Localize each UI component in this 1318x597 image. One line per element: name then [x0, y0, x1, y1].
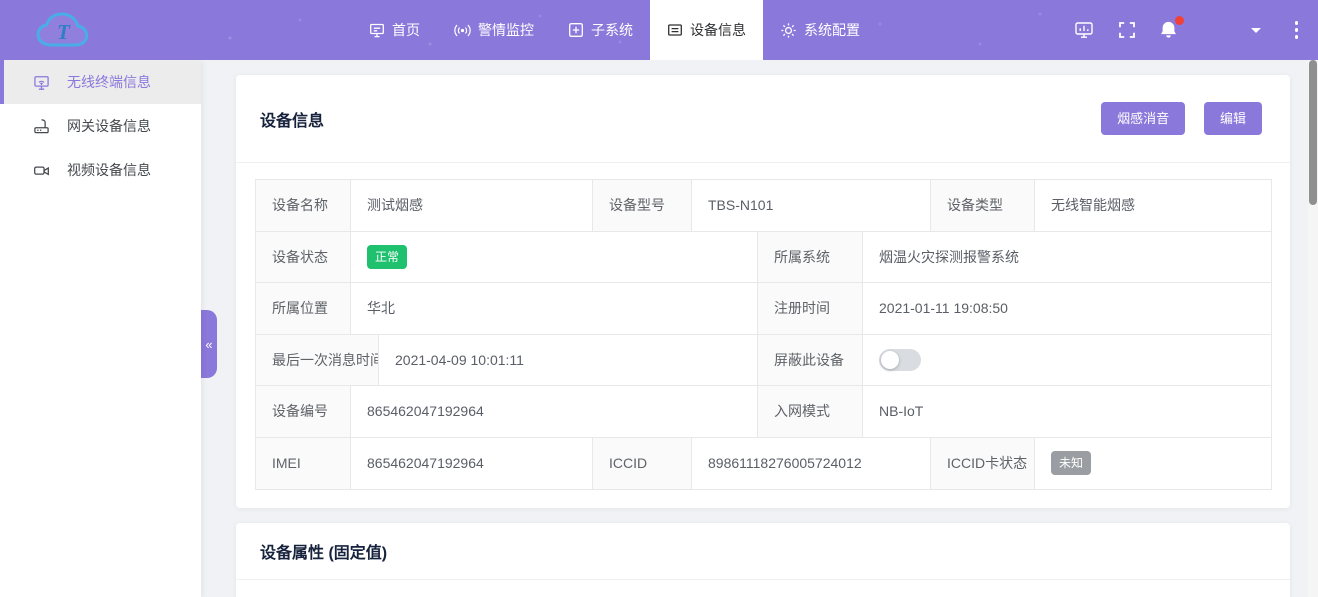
nav-item-device-info[interactable]: 设备信息: [650, 0, 763, 60]
field-label-system: 所属系统: [758, 232, 863, 283]
field-value-device-type: 无线智能烟感: [1035, 180, 1271, 231]
field-value-device-model: TBS-N101: [692, 180, 931, 231]
field-value-system: 烟温火灾探测报警系统: [863, 232, 1271, 283]
nav-item-label: 系统配置: [804, 20, 860, 40]
field-value-register-time: 2021-01-11 19:08:50: [863, 283, 1271, 334]
device-info-table: 设备名称 测试烟感 设备型号 TBS-N101 设备类型 无线智能烟感 设备状态…: [255, 179, 1272, 490]
table-row: 设备编号 865462047192964 入网模式 NB-IoT: [256, 386, 1271, 438]
field-label-device-number: 设备编号: [256, 386, 351, 437]
status-badge-normal: 正常: [367, 245, 407, 269]
system-config-gear-icon: [780, 22, 797, 39]
status-badge-unknown: 未知: [1051, 451, 1091, 475]
field-value-network-mode: NB-IoT: [863, 386, 1271, 437]
field-value-last-message-time: 2021-04-09 10:01:11: [379, 335, 758, 386]
sidebar-item-video-device[interactable]: 视频设备信息: [0, 148, 201, 192]
video-device-icon: [33, 162, 50, 179]
field-label-network-mode: 入网模式: [758, 386, 863, 437]
nav-item-subsystem[interactable]: 子系统: [551, 0, 650, 60]
svg-text:T: T: [57, 20, 71, 44]
sidebar-item-gateway-device[interactable]: 网关设备信息: [0, 104, 201, 148]
brand-cloud-logo: T: [26, 7, 112, 56]
device-info-card-header: 设备信息 烟感消音 编辑: [236, 75, 1290, 163]
nav-item-home[interactable]: 首页: [352, 0, 437, 60]
field-value-iccid-card-status: 未知: [1035, 438, 1271, 490]
nav-item-label: 设备信息: [690, 20, 746, 40]
vertical-scrollbar-thumb[interactable]: [1309, 60, 1317, 205]
table-row: 设备名称 测试烟感 设备型号 TBS-N101 设备类型 无线智能烟感: [256, 180, 1271, 232]
nav-item-label: 子系统: [591, 20, 633, 40]
home-icon: [369, 22, 385, 38]
main-menu: 首页 警情监控 子系统: [352, 0, 877, 60]
device-attributes-card: 设备属性 (固定值): [236, 523, 1290, 597]
field-label-device-type: 设备类型: [931, 180, 1035, 231]
collapse-chevrons-icon: «: [205, 337, 212, 352]
table-row: IMEI 865462047192964 ICCID 8986111827600…: [256, 438, 1271, 490]
notification-bell-icon[interactable]: [1158, 20, 1179, 41]
sidebar-item-label: 无线终端信息: [67, 72, 151, 92]
sidebar-item-wireless-terminal[interactable]: 无线终端信息: [0, 60, 201, 104]
top-nav-bar: T 首页 警情监控: [0, 0, 1318, 60]
nav-actions: [1074, 0, 1318, 60]
table-row: 所属位置 华北 注册时间 2021-01-11 19:08:50: [256, 283, 1271, 335]
field-label-location: 所属位置: [256, 283, 351, 334]
smoke-mute-button[interactable]: 烟感消音: [1101, 102, 1185, 135]
edit-button[interactable]: 编辑: [1204, 102, 1262, 135]
nav-item-system-config[interactable]: 系统配置: [763, 0, 877, 60]
card-header-actions: 烟感消音 编辑: [1101, 102, 1262, 135]
field-label-imei: IMEI: [256, 438, 351, 490]
field-label-device-name: 设备名称: [256, 180, 351, 231]
sidebar: 无线终端信息 网关设备信息 视频设备信息: [0, 60, 201, 597]
main-content: 设备信息 烟感消音 编辑 设备名称 测试烟感 设备型号 TBS-N101 设备类…: [201, 60, 1308, 597]
page-title: 设备信息: [260, 107, 324, 131]
field-value-shield-device: [863, 335, 1271, 386]
vertical-scrollbar-track[interactable]: [1308, 60, 1318, 597]
notification-badge-dot: [1175, 16, 1184, 25]
device-info-card: 设备信息 烟感消音 编辑 设备名称 测试烟感 设备型号 TBS-N101 设备类…: [236, 75, 1290, 508]
section-title: 设备属性 (固定值): [260, 539, 387, 563]
nav-item-label: 警情监控: [478, 20, 534, 40]
field-label-device-status: 设备状态: [256, 232, 351, 283]
field-value-device-status: 正常: [351, 232, 758, 283]
sidebar-item-label: 视频设备信息: [67, 160, 151, 180]
table-row: 最后一次消息时间 2021-04-09 10:01:11 屏蔽此设备: [256, 335, 1271, 387]
subsystem-icon: [568, 22, 584, 38]
table-row: 设备状态 正常 所属系统 烟温火灾探测报警系统: [256, 232, 1271, 284]
field-value-device-number: 865462047192964: [351, 386, 758, 437]
field-label-shield-device: 屏蔽此设备: [758, 335, 863, 386]
field-label-last-message-time: 最后一次消息时间: [256, 335, 379, 386]
dashboard-chart-icon[interactable]: [1074, 20, 1094, 40]
alarm-monitor-icon: [454, 22, 471, 39]
shield-device-toggle[interactable]: [879, 349, 921, 371]
field-label-register-time: 注册时间: [758, 283, 863, 334]
device-info-icon: [667, 22, 683, 38]
field-value-location: 华北: [351, 283, 758, 334]
sidebar-item-label: 网关设备信息: [67, 116, 151, 136]
field-label-device-model: 设备型号: [593, 180, 692, 231]
field-value-iccid: 89861118276005724012: [692, 438, 931, 490]
wireless-terminal-icon: [33, 74, 50, 91]
gateway-device-icon: [33, 118, 50, 135]
nav-item-alarm-monitor[interactable]: 警情监控: [437, 0, 551, 60]
field-label-iccid-card-status: ICCID卡状态: [931, 438, 1035, 490]
more-options-icon[interactable]: [1291, 17, 1303, 43]
field-label-iccid: ICCID: [593, 438, 692, 490]
field-value-imei: 865462047192964: [351, 438, 593, 490]
field-value-device-name: 测试烟感: [351, 180, 593, 231]
nav-item-label: 首页: [392, 20, 420, 40]
dropdown-caret-icon[interactable]: [1251, 28, 1261, 38]
fullscreen-icon[interactable]: [1118, 21, 1136, 39]
sidebar-collapse-handle[interactable]: «: [201, 310, 217, 378]
device-attributes-card-header: 设备属性 (固定值): [236, 523, 1290, 580]
